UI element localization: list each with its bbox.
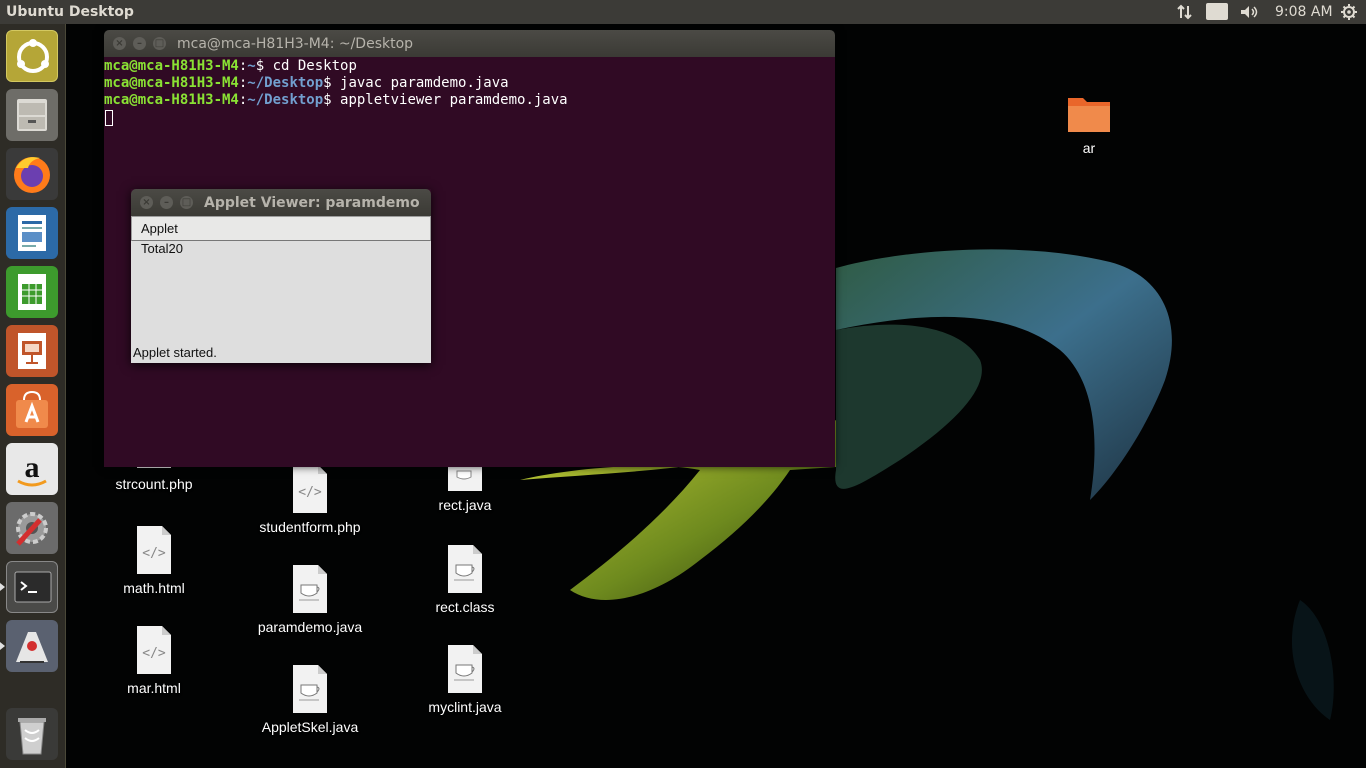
terminal-cursor [105, 110, 113, 126]
maximize-button[interactable]: □ [180, 196, 193, 209]
desktop-icon-math[interactable]: </> math.html [94, 526, 214, 596]
applet-content: Total20 Applet started. [131, 241, 431, 363]
desktop-icon-paramdemo[interactable]: paramdemo.java [250, 565, 370, 635]
network-icon[interactable] [1176, 0, 1194, 24]
desktop-icon-mar[interactable]: </> mar.html [94, 626, 214, 696]
writer-icon[interactable] [6, 207, 58, 259]
desktop-icon-label: studentform.php [259, 519, 361, 535]
code-file-icon: </> [137, 626, 171, 674]
desktop-icon-appletskel[interactable]: AppletSkel.java [250, 665, 370, 735]
java-file-icon [293, 665, 327, 713]
java-icon[interactable] [6, 620, 58, 672]
java-file-icon [448, 645, 482, 693]
desktop-icon-label: rect.java [438, 497, 492, 513]
terminal-titlebar[interactable]: × – □ mca@mca-H81H3-M4: ~/Desktop [104, 30, 835, 57]
java-file-icon [293, 565, 327, 613]
applet-status: Applet started. [133, 345, 217, 360]
folder-icon [1068, 98, 1110, 132]
java-file-icon [448, 465, 482, 491]
desktop-icon-label: mar.html [127, 680, 181, 696]
terminal-line: mca@mca-H81H3-M4:~/Desktop$ appletviewer… [104, 92, 568, 108]
minimize-button[interactable]: – [133, 37, 146, 50]
applet-title: Applet Viewer: paramdemo [204, 195, 420, 211]
desktop-icon-myclint[interactable]: myclint.java [405, 645, 525, 715]
active-indicator [0, 583, 5, 591]
desktop-icon-label: math.html [123, 580, 185, 596]
code-file-icon: </> [293, 465, 327, 513]
system-settings-icon[interactable] [6, 502, 58, 554]
keyboard-layout-indicator[interactable]: En [1206, 3, 1228, 20]
software-center-icon[interactable] [6, 384, 58, 436]
terminal-line: mca@mca-H81H3-M4:~/Desktop$ javac paramd… [104, 75, 509, 91]
trash-icon[interactable] [6, 708, 58, 760]
gear-icon[interactable] [1340, 0, 1358, 24]
impress-icon[interactable] [6, 325, 58, 377]
volume-icon[interactable] [1238, 0, 1260, 24]
panel-title: Ubuntu Desktop [6, 4, 134, 20]
terminal-title: mca@mca-H81H3-M4: ~/Desktop [177, 36, 414, 52]
desktop-icon-label: AppletSkel.java [261, 719, 359, 735]
svg-text:</>: </> [142, 546, 166, 561]
files-icon[interactable] [6, 89, 58, 141]
close-button[interactable]: × [113, 37, 126, 50]
code-file-icon: </> [137, 526, 171, 574]
active-indicator [0, 642, 5, 650]
svg-text:</>: </> [298, 485, 322, 500]
desktop-icon-label: ar [1082, 140, 1096, 156]
launcher: a [0, 24, 66, 768]
svg-text:a: a [25, 451, 40, 484]
desktop-icon-label: myclint.java [428, 699, 502, 715]
java-file-icon [448, 545, 482, 593]
applet-titlebar[interactable]: × – □ Applet Viewer: paramdemo [131, 189, 431, 216]
amazon-icon[interactable]: a [6, 443, 58, 495]
terminal-line: mca@mca-H81H3-M4:~$ cd Desktop [104, 58, 357, 74]
desktop-icon-rect-class[interactable]: rect.class [405, 545, 525, 615]
desktop-icon-studentform[interactable]: </> studentform.php [250, 465, 370, 535]
desktop-icon-rect-java[interactable]: rect.java [405, 465, 525, 513]
applet-viewer-window[interactable]: × – □ Applet Viewer: paramdemo Applet To… [131, 189, 431, 363]
calc-icon[interactable] [6, 266, 58, 318]
desktop-icon-label: paramdemo.java [257, 619, 363, 635]
svg-text:</>: </> [142, 646, 166, 661]
maximize-button[interactable]: □ [153, 37, 166, 50]
close-button[interactable]: × [140, 196, 153, 209]
applet-menu[interactable]: Applet [141, 221, 178, 236]
desktop-icon-ar[interactable]: ar [1029, 92, 1149, 156]
firefox-icon[interactable] [6, 148, 58, 200]
top-panel: Ubuntu Desktop En 9:08 AM [0, 0, 1366, 24]
applet-menubar: Applet [131, 216, 431, 241]
desktop-icon-label: strcount.php [115, 476, 193, 492]
applet-output: Total20 [141, 241, 183, 256]
terminal-icon[interactable] [6, 561, 58, 613]
minimize-button[interactable]: – [160, 196, 173, 209]
ubuntu-dash-icon[interactable] [6, 30, 58, 82]
clock[interactable]: 9:08 AM [1275, 0, 1333, 24]
desktop-icon-label: rect.class [435, 599, 495, 615]
